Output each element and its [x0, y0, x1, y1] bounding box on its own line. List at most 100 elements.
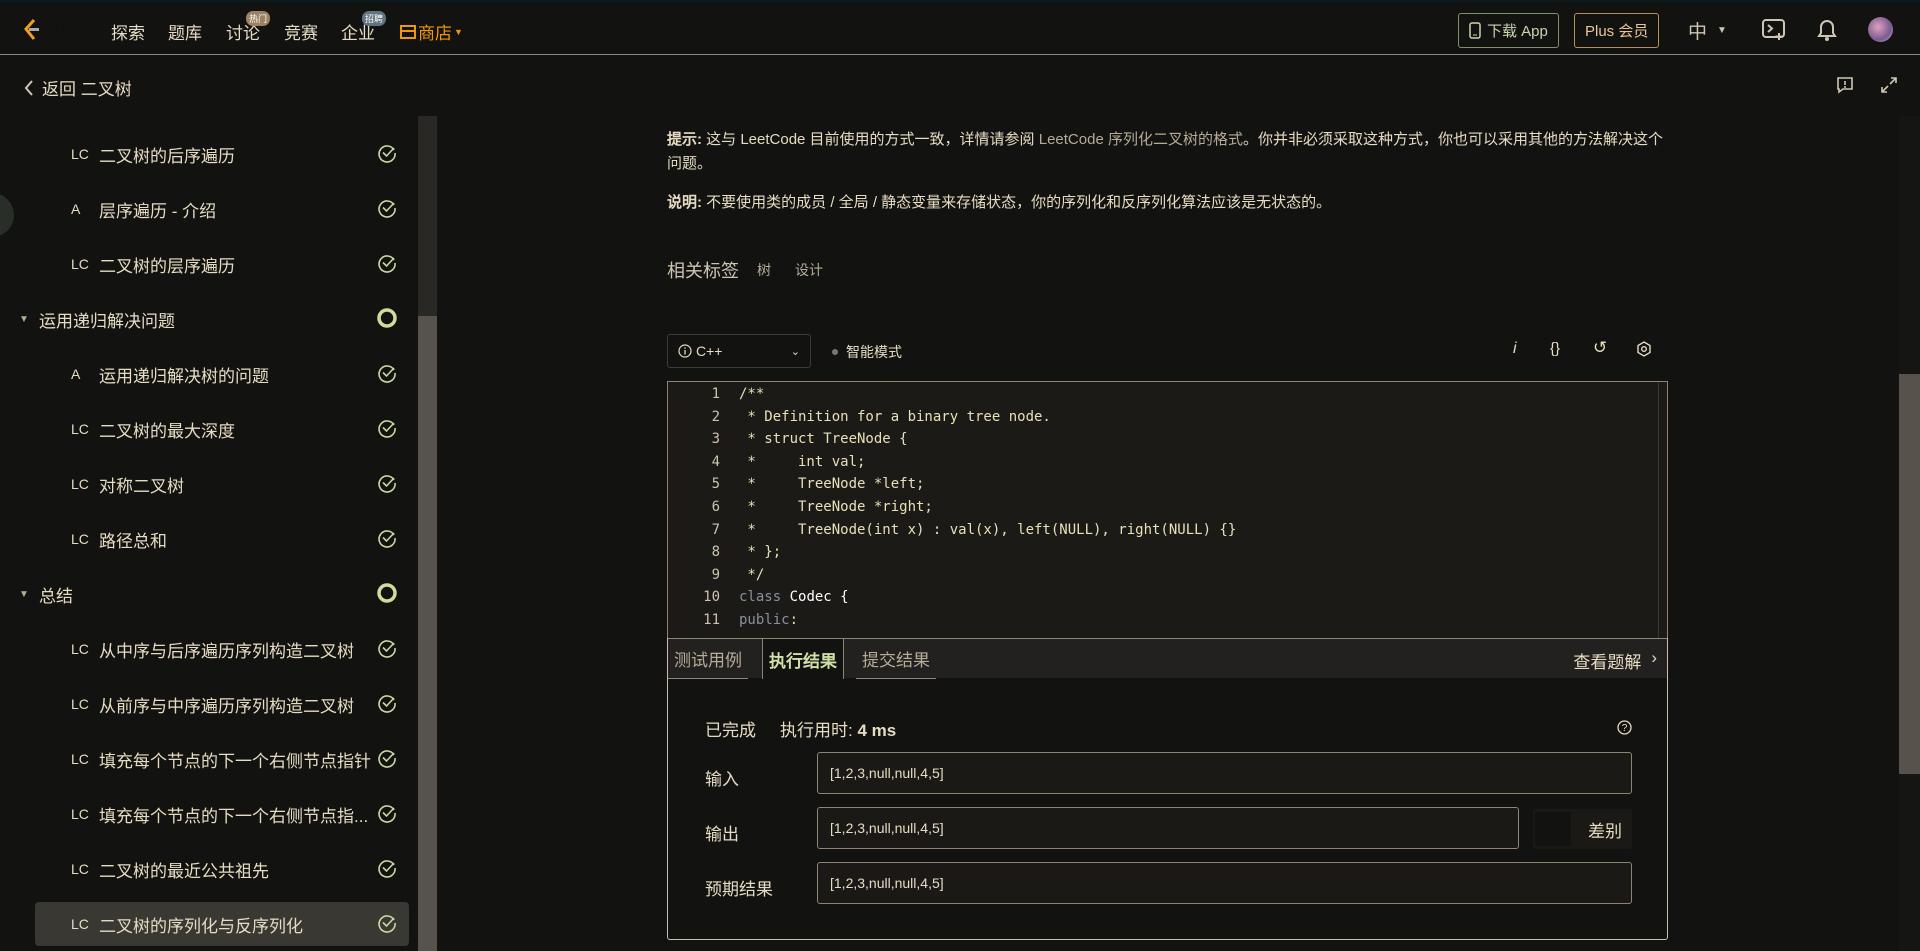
sidebar-item[interactable]: LC 二叉树的层序遍历 [35, 242, 409, 286]
check-circle-icon [378, 255, 396, 273]
plus-member-button[interactable]: Plus 会员 [1574, 13, 1660, 48]
line-number: 4 [711, 453, 720, 470]
sidebar-item-label: 二叉树的层序遍历 [99, 256, 235, 276]
code-line: * int val; [739, 453, 866, 470]
smart-mode-toggle[interactable]: 智能模式 [832, 342, 902, 362]
code-line: * TreeNode *left; [739, 476, 925, 493]
back-link[interactable]: 返回 二叉树 [24, 75, 132, 100]
help-icon[interactable]: ? [1617, 720, 1632, 735]
tab-submit-result[interactable]: 提交结果 [856, 639, 936, 679]
tag-design[interactable]: 设计 [795, 260, 823, 280]
tags-label: 相关标签 [667, 261, 739, 281]
item-type-badge: LC [71, 861, 89, 877]
item-type-badge: LC [71, 531, 89, 547]
avatar[interactable] [1868, 17, 1893, 42]
sidebar-item[interactable]: LC 路径总和 [35, 517, 409, 561]
caret-down-icon[interactable]: ▼ [19, 314, 29, 325]
editor-scrollbar[interactable] [1658, 382, 1659, 639]
logo[interactable]: 力扣 [22, 17, 76, 42]
code-line: */ [739, 566, 765, 583]
format-braces-icon[interactable]: {} [1550, 340, 1560, 357]
logo-text: 力扣 [42, 22, 76, 41]
sidebar-item[interactable]: LC 填充每个节点的下一个右侧节点指... [35, 792, 409, 836]
sidebar-item[interactable]: LC 二叉树的最大深度 [35, 407, 409, 451]
playground-icon[interactable] [1762, 19, 1786, 41]
results-panel: 测试用例 执行结果 提交结果 查看题解 › 已完成 执行用时: 4 ms ? 输入… [667, 638, 1668, 940]
language-selector[interactable]: 中 ▼ [1688, 17, 1727, 44]
note-label: 说明: [667, 194, 702, 211]
input-value[interactable]: [1,2,3,null,null,4,5] [817, 752, 1632, 794]
diff-toggle[interactable]: 差别 [1533, 809, 1632, 849]
tag-tree[interactable]: 树 [757, 260, 771, 280]
nav-problems[interactable]: 题库 [168, 19, 202, 44]
item-type-badge: A [71, 201, 81, 217]
line-number: 7 [711, 521, 720, 538]
sidebar-item-label: 从中序与后序遍历序列构造二叉树 [99, 641, 354, 661]
feedback-icon[interactable] [1836, 76, 1854, 94]
tab-testcase[interactable]: 测试用例 [668, 639, 748, 679]
store-icon [400, 24, 416, 39]
nav-store[interactable]: 商店 ▼ [400, 19, 463, 44]
item-type-badge: LC [71, 916, 89, 932]
main-scrollbar-thumb[interactable] [1899, 374, 1920, 774]
view-solution-link[interactable]: 查看题解 › [1573, 648, 1657, 673]
item-type-badge: LC [71, 421, 89, 437]
nav-explore[interactable]: 探索 [111, 19, 145, 44]
line-number: 6 [711, 499, 720, 515]
smart-mode-label: 智能模式 [846, 344, 902, 360]
sidebar-item-label: 填充每个节点的下一个右侧节点指... [99, 806, 369, 826]
check-circle-icon [378, 365, 396, 383]
language-select[interactable]: C++ ⌄ [667, 334, 811, 368]
check-circle-icon [378, 750, 396, 768]
item-type-badge: LC [71, 256, 89, 272]
sidebar-item-label: 路径总和 [99, 531, 167, 551]
item-type-badge: LC [71, 641, 89, 657]
check-circle-icon [378, 530, 396, 548]
back-label: 返回 二叉树 [42, 80, 132, 99]
sidebar-item[interactable]: LC 二叉树的序列化与反序列化 [35, 902, 409, 946]
expected-value[interactable]: [1,2,3,null,null,4,5] [817, 862, 1632, 904]
sidebar-group[interactable]: ▼ 总结 [19, 572, 409, 616]
code-line: * struct TreeNode { [739, 431, 908, 448]
item-type-badge: LC [71, 806, 89, 822]
sidebar-item[interactable]: LC 对称二叉树 [35, 462, 409, 506]
nav-contest[interactable]: 竞赛 [284, 19, 318, 44]
run-status: 已完成 执行用时: 4 ms [705, 716, 896, 741]
fullscreen-icon[interactable] [1880, 76, 1898, 94]
info-italic-icon[interactable]: i [1513, 340, 1517, 358]
hint-text: 提示: 这与 LeetCode 目前使用的方式一致，详情请参阅 LeetCode… [667, 128, 1668, 176]
code-line: * TreeNode *right; [739, 499, 933, 515]
bell-icon[interactable] [1816, 17, 1838, 43]
sidebar-item-label: 总结 [39, 586, 73, 606]
line-number: 8 [711, 544, 720, 561]
sidebar-item[interactable]: A 层序遍历 - 介绍 [35, 187, 409, 231]
sidebar-item[interactable]: LC 二叉树的最近公共祖先 [35, 847, 409, 891]
settings-icon[interactable] [1636, 341, 1652, 357]
sidebar-item-label: 从前序与中序遍历序列构造二叉树 [99, 696, 354, 716]
output-value[interactable]: [1,2,3,null,null,4,5] [817, 807, 1519, 849]
chevron-right-icon: › [1651, 648, 1657, 667]
caret-down-icon[interactable]: ▼ [19, 589, 29, 600]
phone-icon [1469, 22, 1481, 39]
diff-label: 差别 [1588, 821, 1622, 841]
code-line: /** [739, 386, 765, 402]
format-link[interactable]: LeetCode 序列化二叉树的格式 [1039, 131, 1243, 148]
sidebar-item[interactable]: LC 从前序与中序遍历序列构造二叉树 [35, 682, 409, 726]
tab-run-result[interactable]: 执行结果 [762, 639, 844, 679]
sidebar-group[interactable]: ▼ 运用递归解决问题 [19, 297, 409, 341]
sidebar-item[interactable]: LC 二叉树的后序遍历 [35, 132, 409, 176]
code-line: * }; [739, 544, 782, 561]
item-type-badge: A [71, 366, 81, 382]
top-nav-bar: 力扣 探索 题库 讨论 热门 竞赛 企业 招聘 商店 ▼ 下载 App Plus … [0, 0, 1920, 55]
hiring-badge: 招聘 [362, 11, 387, 26]
sidebar-item-label: 运用递归解决树的问题 [99, 366, 269, 386]
output-label: 输出 [705, 825, 739, 844]
sidebar-item[interactable]: LC 填充每个节点的下一个右侧节点指针 [35, 737, 409, 781]
hot-badge: 热门 [246, 11, 271, 26]
download-app-button[interactable]: 下载 App [1458, 13, 1559, 48]
reset-icon[interactable]: ↺ [1593, 338, 1607, 358]
sidebar-item[interactable]: A 运用递归解决树的问题 [35, 352, 409, 396]
code-editor[interactable]: 1 /** 2 * Definition for a binary tree nod… [667, 381, 1668, 639]
sidebar-item[interactable]: LC 从中序与后序遍历序列构造二叉树 [35, 627, 409, 671]
code-line: class Codec { [739, 589, 849, 606]
